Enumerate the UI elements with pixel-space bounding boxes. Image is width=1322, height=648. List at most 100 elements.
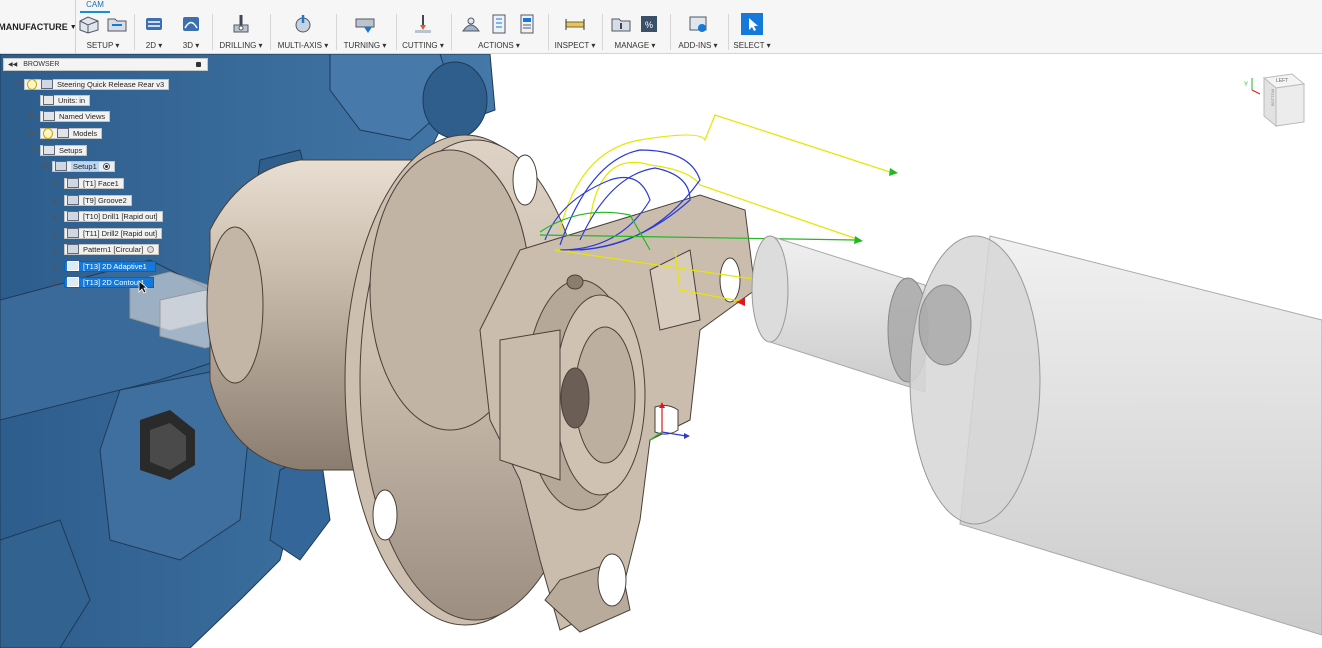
operation-item[interactable]: Pattern1 [Circular] <box>64 243 160 255</box>
operation-label: [T10] Drill1 [Rapid out] <box>83 211 158 221</box>
3d-group[interactable]: 3D ▾ <box>175 13 207 53</box>
root-label: Steering Quick Release Rear v3 <box>57 79 165 89</box>
svg-text:%: % <box>645 20 653 30</box>
browser-title: BROWSER <box>23 61 60 68</box>
expand-toggle[interactable] <box>53 198 57 204</box>
operation-item[interactable]: [T11] Drill2 [Rapid out] <box>64 227 163 239</box>
setup1-label: Setup1 <box>71 161 99 171</box>
setup-icon <box>55 161 67 171</box>
named-views-label: Named Views <box>59 111 106 121</box>
pattern-operation-icon <box>67 244 79 254</box>
actions-group[interactable]: ACTIONS ▾ <box>455 13 543 53</box>
multi-axis-label: MULTI-AXIS ▾ <box>277 41 329 50</box>
expand-toggle[interactable] <box>43 164 49 168</box>
setups-label: Setups <box>59 145 83 155</box>
multi-axis-group[interactable]: MULTI-AXIS ▾ <box>274 13 332 53</box>
operation-item[interactable]: [T9] Groove2 <box>64 194 132 206</box>
expand-toggle[interactable] <box>17 81 23 85</box>
folder-icon <box>43 145 55 155</box>
lightbulb-icon[interactable] <box>43 127 53 139</box>
turning-group[interactable]: TURNING ▾ <box>340 13 390 53</box>
browser-root-node[interactable]: Steering Quick Release Rear v3 <box>24 78 170 90</box>
operation-label: Pattern1 [Circular] <box>83 244 144 254</box>
chevron-down-icon: ▼ <box>69 23 77 31</box>
post-process-icon <box>492 14 506 34</box>
expand-toggle[interactable] <box>53 231 57 237</box>
operation-label: [T13] 2D Contour1 <box>83 277 145 287</box>
expand-toggle[interactable] <box>30 147 36 151</box>
view-cube[interactable]: LEFT BOTTOM Y <box>1242 70 1312 132</box>
operation-label: [T13] 2D Adaptive1 <box>83 261 147 271</box>
lightbulb-icon[interactable] <box>27 78 37 90</box>
drilling-group[interactable]: DRILLING ▾ <box>216 13 266 53</box>
tool-holder[interactable] <box>751 235 1322 636</box>
folder-icon <box>57 128 69 138</box>
expand-toggle[interactable] <box>53 280 57 286</box>
select-group[interactable]: SELECT ▾ <box>732 13 772 53</box>
browser-units-node[interactable]: Units: in <box>40 94 91 106</box>
expand-toggle[interactable] <box>53 181 57 187</box>
graphics-viewport[interactable]: LEFT BOTTOM Y <box>0 54 1322 648</box>
viewcube-y-axis: Y <box>1244 82 1248 88</box>
operation-item-selected[interactable]: [T13] 2D Adaptive1 <box>64 260 156 272</box>
radio-active-icon[interactable] <box>102 162 110 170</box>
collapse-icon[interactable]: ◀◀ <box>8 61 17 68</box>
viewcube-side-label: BOTTOM <box>1270 89 1275 106</box>
component-icon <box>41 79 53 89</box>
browser-setup1-node[interactable]: Setup1 <box>52 160 115 172</box>
setup-icon <box>79 16 99 34</box>
turning-label: TURNING ▾ <box>343 41 387 50</box>
turning-icon <box>355 18 375 33</box>
select-icon <box>741 13 763 35</box>
mouse-cursor-icon <box>138 280 148 294</box>
inspect-group[interactable]: INSPECT ▾ <box>552 13 598 53</box>
expand-toggle[interactable] <box>53 214 57 220</box>
tool-library-icon <box>611 18 631 32</box>
groove-operation-icon <box>67 195 79 205</box>
simulate-icon <box>462 17 480 32</box>
manage-group[interactable]: % MANAGE ▾ <box>606 13 664 53</box>
cutting-group[interactable]: CUTTING ▾ <box>400 13 446 53</box>
operation-label: [T11] Drill2 [Rapid out] <box>83 228 158 238</box>
workspace-label: MANUFACTURE <box>0 22 68 32</box>
add-ins-group[interactable]: ADD-INS ▾ <box>674 13 722 53</box>
workspace-switcher[interactable]: MANUFACTURE ▼ <box>0 0 77 54</box>
2d-label: 2D ▾ <box>145 41 163 50</box>
operation-label: [T1] Face1 <box>83 178 119 188</box>
units-label: Units: in <box>58 95 86 105</box>
drilling-icon <box>233 15 249 33</box>
setup-sheet-icon <box>520 14 534 34</box>
operation-label: [T9] Groove2 <box>83 195 127 205</box>
model-canvas[interactable] <box>0 54 1322 648</box>
browser-setups-node[interactable]: Setups <box>40 144 88 156</box>
tab-cam[interactable]: CAM <box>80 0 110 13</box>
contour-operation-icon <box>67 277 79 287</box>
manage-label: MANAGE ▾ <box>614 41 656 50</box>
2d-group[interactable]: 2D ▾ <box>138 13 170 53</box>
pattern-status-icon <box>147 245 155 253</box>
operation-item[interactable]: [T10] Drill1 [Rapid out] <box>64 210 163 222</box>
drilling-label: DRILLING ▾ <box>219 41 263 50</box>
adaptive-operation-icon <box>67 261 79 271</box>
browser-named-views-node[interactable]: Named Views <box>40 110 111 122</box>
drill-operation-icon <box>67 211 79 221</box>
3d-label: 3D ▾ <box>182 41 200 50</box>
add-ins-label: ADD-INS ▾ <box>678 41 718 50</box>
cutting-label: CUTTING ▾ <box>402 41 444 50</box>
setup-group[interactable]: SETUP ▾ <box>78 13 128 53</box>
folder-icon <box>43 111 55 121</box>
viewcube-face-label: LEFT <box>1276 78 1288 84</box>
select-label: SELECT ▾ <box>733 41 771 50</box>
expand-toggle[interactable] <box>30 130 34 136</box>
pin-icon[interactable] <box>196 62 201 67</box>
toolpath-arrow <box>854 236 863 244</box>
operation-item[interactable]: [T1] Face1 <box>64 177 124 189</box>
expand-toggle[interactable] <box>30 113 34 119</box>
new-folder-icon <box>107 18 127 32</box>
expand-toggle[interactable] <box>53 247 57 253</box>
setup-label: SETUP ▾ <box>86 41 120 50</box>
expand-toggle[interactable] <box>53 264 57 270</box>
inspect-icon <box>565 19 585 30</box>
browser-models-node[interactable]: Models <box>40 127 103 139</box>
browser-header[interactable]: ◀◀ BROWSER <box>3 58 208 71</box>
